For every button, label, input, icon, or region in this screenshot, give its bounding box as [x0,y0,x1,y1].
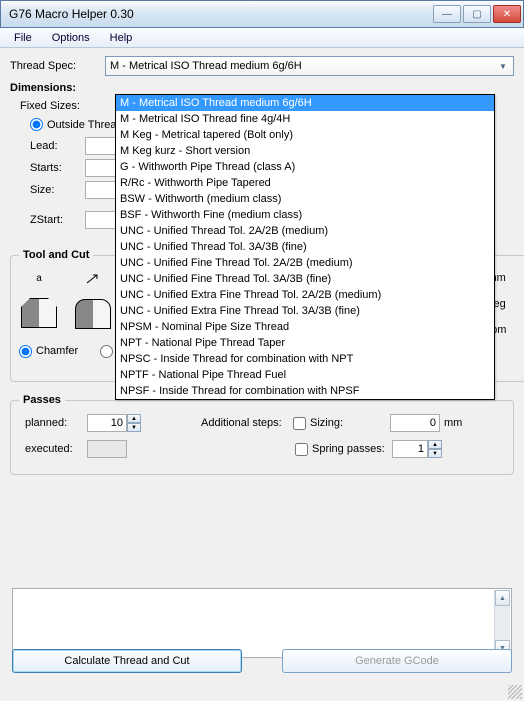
thread-spec-label: Thread Spec: [10,60,105,72]
dimensions-label: Dimensions: [10,82,105,94]
spring-input[interactable] [392,440,428,458]
title-bar: G76 Macro Helper 0.30 — ▢ ✕ [0,0,524,28]
dropdown-item[interactable]: NPSM - Nominal Pipe Size Thread [116,319,494,335]
dropdown-item[interactable]: NPSC - Inside Thread for combination wit… [116,351,494,367]
menu-file[interactable]: File [4,30,42,46]
dropdown-item[interactable]: UNC - Unified Fine Thread Tol. 2A/2B (me… [116,255,494,271]
dropdown-item[interactable]: NPTF - National Pipe Thread Fuel [116,367,494,383]
passes-group: Passes planned: ▲▼ Additional steps: Siz… [10,394,514,475]
thread-spec-dropdown[interactable]: M - Metrical ISO Thread medium 6g/6H M -… [115,94,495,400]
dropdown-item[interactable]: UNC - Unified Thread Tol. 3A/3B (fine) [116,239,494,255]
outside-thread-radio-label: Outside Threa [47,119,117,131]
size-label: Size: [30,184,85,196]
fixed-sizes-label: Fixed Sizes: [20,100,100,112]
menu-help[interactable]: Help [100,30,143,46]
generate-gcode-button[interactable]: Generate GCode [282,649,512,673]
spring-passes-label: Spring passes: [312,443,392,455]
spinner-down-icon[interactable]: ▼ [127,423,141,432]
radius-indicator-icon [85,273,101,285]
dropdown-item[interactable]: UNC - Unified Extra Fine Thread Tol. 3A/… [116,303,494,319]
thread-spec-value: M - Metrical ISO Thread medium 6g/6H [110,60,302,72]
zstart-label: ZStart: [30,214,85,226]
minimize-button[interactable]: — [433,5,461,23]
spring-spinner[interactable]: ▲▼ [392,440,442,458]
dropdown-item[interactable]: M - Metrical ISO Thread fine 4g/4H [116,111,494,127]
thread-spec-combo[interactable]: M - Metrical ISO Thread medium 6g/6H ▼ [105,56,514,76]
dropdown-item[interactable]: R/Rc - Withworth Pipe Tapered [116,175,494,191]
dropdown-item[interactable]: UNC - Unified Extra Fine Thread Tol. 2A/… [116,287,494,303]
maximize-button[interactable]: ▢ [463,5,491,23]
dropdown-item[interactable]: NPT - National Pipe Thread Taper [116,335,494,351]
dropdown-item[interactable]: UNC - Unified Thread Tol. 2A/2B (medium) [116,223,494,239]
executed-label: executed: [25,443,87,455]
outside-thread-radio-input[interactable] [30,118,43,131]
chamfer-shape-icon [19,288,59,328]
dropdown-item[interactable]: G - Withworth Pipe Thread (class A) [116,159,494,175]
chamfer-a-tag: a [36,273,42,284]
spinner-up-icon[interactable]: ▲ [127,414,141,423]
spinner-up-icon[interactable]: ▲ [428,440,442,449]
dropdown-item[interactable]: NPSF - Inside Thread for combination wit… [116,383,494,399]
scroll-track[interactable] [495,606,510,640]
dropdown-item[interactable]: M Keg - Metrical tapered (Bolt only) [116,127,494,143]
scroll-up-icon[interactable]: ▲ [495,590,510,606]
starts-label: Starts: [30,162,85,174]
executed-display [87,440,127,458]
resize-grip-icon[interactable] [508,685,522,699]
chevron-down-icon: ▼ [495,58,511,74]
dropdown-item[interactable]: BSW - Withworth (medium class) [116,191,494,207]
dropdown-item[interactable]: M - Metrical ISO Thread medium 6g/6H [116,95,494,111]
menu-options[interactable]: Options [42,30,100,46]
dropdown-item[interactable]: BSF - Withworth Fine (medium class) [116,207,494,223]
tool-and-cut-legend: Tool and Cut [19,249,93,261]
calculate-button[interactable]: Calculate Thread and Cut [12,649,242,673]
sizing-checkbox[interactable] [293,417,306,430]
dropdown-item[interactable]: UNC - Unified Fine Thread Tol. 3A/3B (fi… [116,271,494,287]
planned-spinner[interactable]: ▲▼ [87,414,141,432]
close-button[interactable]: ✕ [493,5,521,23]
spring-passes-checkbox[interactable] [295,443,308,456]
unit-mm: mm [444,417,474,429]
radius-shape-icon [73,289,113,329]
chamfer-radio[interactable]: Chamfer [19,339,78,363]
sizing-input[interactable] [390,414,440,432]
planned-label: planned: [25,417,87,429]
window-title: G76 Macro Helper 0.30 [9,7,433,21]
menu-bar: File Options Help [0,28,524,48]
dropdown-item[interactable]: M Keg kurz - Short version [116,143,494,159]
vertical-scrollbar[interactable]: ▲ ▼ [494,590,510,656]
spinner-down-icon[interactable]: ▼ [428,449,442,458]
passes-legend: Passes [19,394,65,406]
planned-input[interactable] [87,414,127,432]
sizing-label: Sizing: [310,417,390,429]
outside-thread-radio[interactable]: Outside Threa [30,118,117,131]
output-textarea[interactable]: ▲ ▼ [12,588,512,658]
lead-label: Lead: [30,140,85,152]
additional-steps-label: Additional steps: [201,417,293,429]
client-area: Thread Spec: M - Metrical ISO Thread med… [0,48,524,701]
